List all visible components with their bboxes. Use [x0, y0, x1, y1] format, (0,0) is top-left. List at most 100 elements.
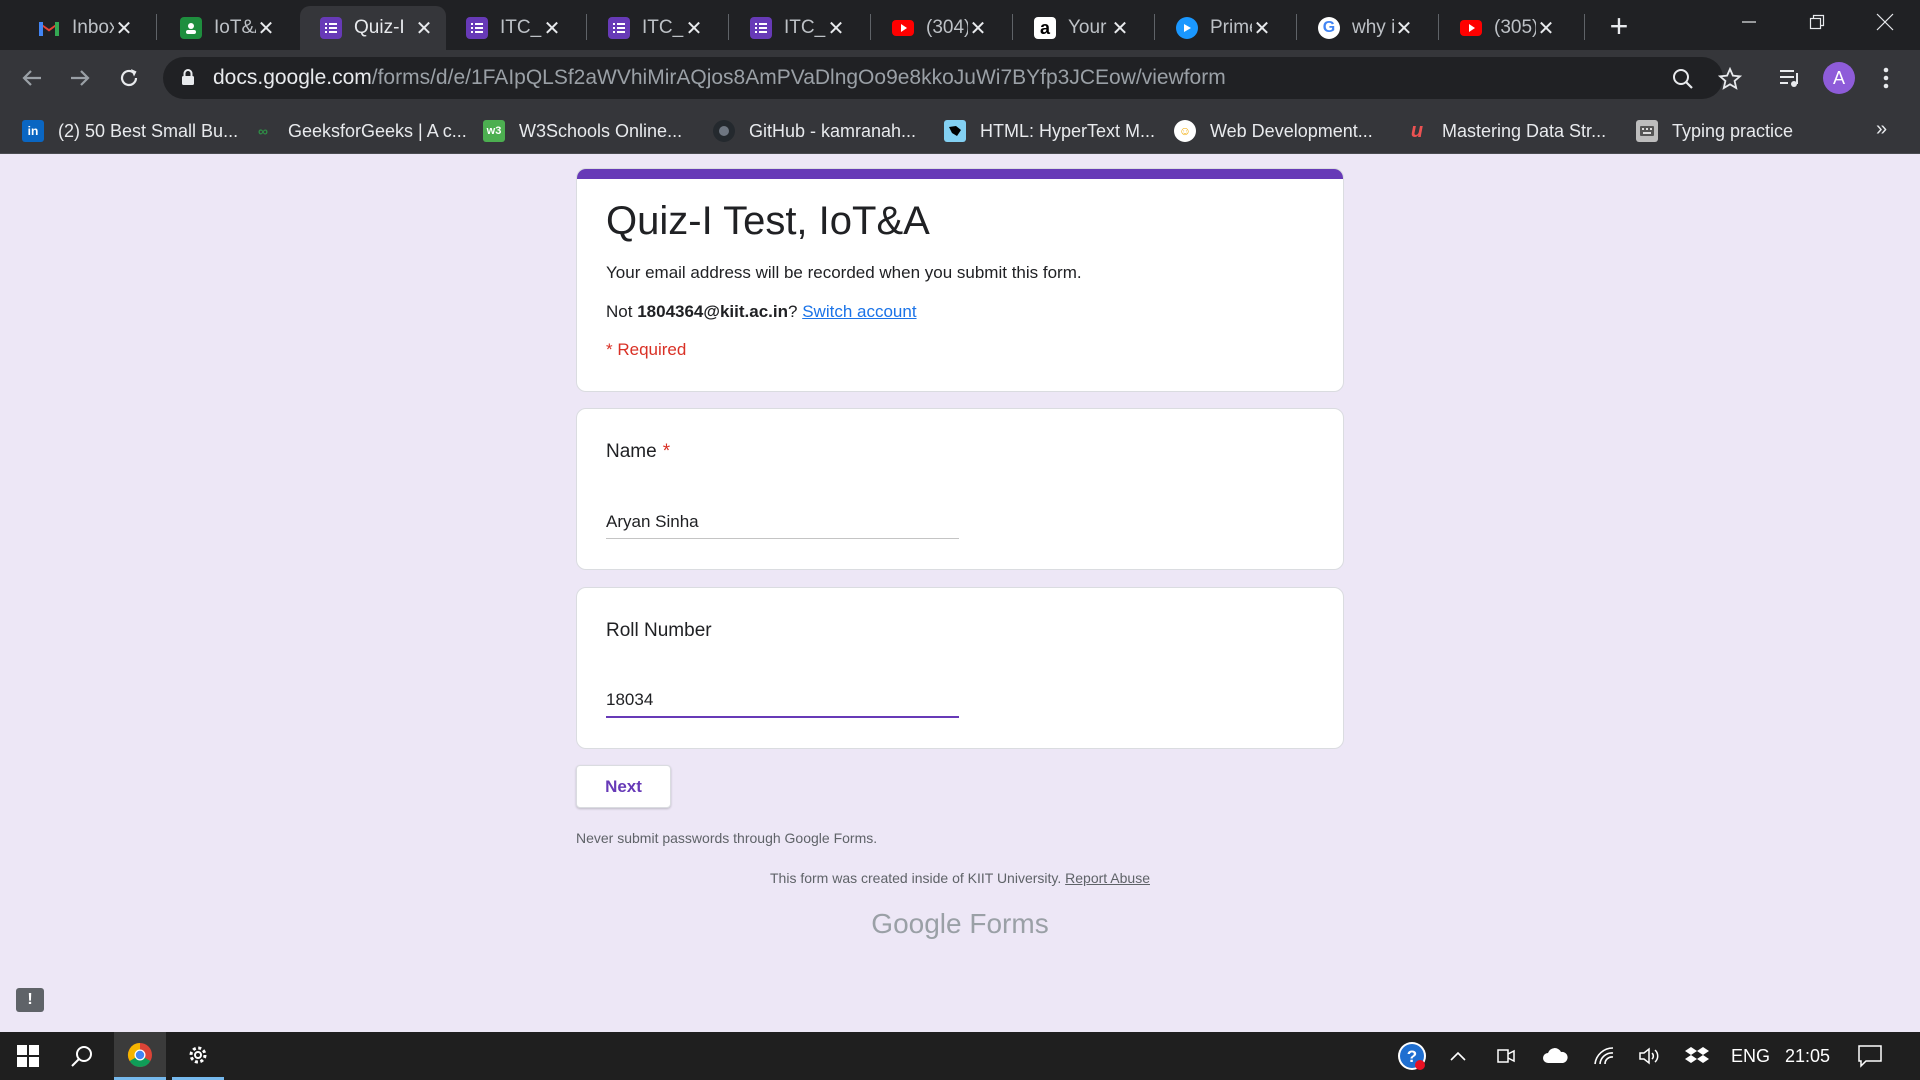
- browser-toolbar: docs.google.com/forms/d/e/1FAIpQLSf2aWVh…: [0, 50, 1920, 106]
- account-suffix: ?: [788, 302, 798, 321]
- close-icon[interactable]: ✕: [968, 18, 988, 40]
- browser-menu-button[interactable]: [1874, 62, 1898, 94]
- wifi-icon[interactable]: [1586, 1032, 1622, 1080]
- dropbox-icon[interactable]: [1678, 1032, 1716, 1080]
- tab-separator: [1438, 14, 1439, 40]
- reload-button[interactable]: [111, 60, 147, 96]
- bookmark-typing-practice[interactable]: Typing practice: [1636, 118, 1793, 144]
- bookmark-linkedin[interactable]: in (2) 50 Best Small Bu...: [22, 118, 238, 144]
- bookmark-label: HTML: HyperText M...: [980, 120, 1156, 141]
- back-arrow-icon: [22, 70, 41, 86]
- close-window-button[interactable]: [1856, 0, 1914, 44]
- profile-avatar[interactable]: A: [1823, 62, 1855, 94]
- settings-gear-icon[interactable]: [172, 1032, 224, 1080]
- tab-inbox[interactable]: Inbox ✕: [18, 6, 146, 50]
- windows-start-icon[interactable]: [4, 1032, 52, 1080]
- bookmark-label: Web Development...: [1210, 120, 1373, 141]
- tab-youtube-305[interactable]: (305) ✕: [1440, 6, 1568, 50]
- switch-account-link[interactable]: Switch account: [802, 302, 916, 321]
- prime-video-icon: [1176, 17, 1198, 39]
- name-input[interactable]: [606, 505, 959, 539]
- bookmark-geeksforgeeks[interactable]: ∞ GeeksforGeeks | A c...: [252, 118, 467, 144]
- google-icon: G: [1318, 17, 1340, 39]
- bookmark-label: GitHub - kamranah...: [749, 120, 917, 141]
- google-forms-icon: [320, 17, 342, 39]
- browser-tab-strip: Inbox ✕ IoT&A ✕ Quiz-I ✕ ITC_Q ✕ ITC_Q ✕: [0, 0, 1920, 50]
- zoom-icon[interactable]: [1670, 66, 1696, 92]
- close-icon[interactable]: ✕: [542, 18, 562, 40]
- bookmark-label: Mastering Data Str...: [1442, 120, 1607, 141]
- bookmark-star-icon[interactable]: [1717, 66, 1743, 92]
- bookmark-udemy[interactable]: u Mastering Data Str...: [1406, 118, 1606, 144]
- email-recorded-note: Your email address will be recorded when…: [606, 263, 1082, 282]
- question-label: Name *: [606, 441, 670, 463]
- close-icon[interactable]: ✕: [1252, 18, 1272, 40]
- roll-number-input[interactable]: [606, 684, 959, 718]
- tab-amazon[interactable]: a Your ✕: [1014, 6, 1142, 50]
- amazon-icon: a: [1034, 17, 1056, 39]
- google-forms-icon: [750, 17, 772, 39]
- bookmark-label: (2) 50 Best Small Bu...: [58, 120, 239, 141]
- tab-quiz-active[interactable]: Quiz-I ✕: [300, 6, 446, 50]
- address-bar[interactable]: docs.google.com/forms/d/e/1FAIpQLSf2aWVh…: [163, 57, 1742, 99]
- close-icon[interactable]: ✕: [1536, 18, 1556, 40]
- clock[interactable]: 21:05: [1785, 1046, 1830, 1067]
- forward-button[interactable]: [62, 60, 98, 96]
- more-vertical-icon: [1883, 67, 1889, 89]
- bookmark-label: GeeksforGeeks | A c...: [288, 120, 467, 141]
- bookmark-web-development[interactable]: ☺ Web Development...: [1174, 118, 1373, 144]
- google-forms-logo[interactable]: Google Forms: [0, 908, 1920, 940]
- required-asterisk: *: [662, 441, 671, 462]
- media-controls-button[interactable]: [1772, 60, 1808, 96]
- tab-title: ITC_Q: [784, 17, 826, 38]
- tab-itc-3[interactable]: ITC_Q ✕: [730, 6, 858, 50]
- new-tab-button[interactable]: +: [1602, 10, 1636, 44]
- close-icon[interactable]: ✕: [684, 18, 704, 40]
- close-icon[interactable]: ✕: [414, 18, 434, 40]
- tab-google-search[interactable]: G why is ✕: [1298, 6, 1426, 50]
- close-icon[interactable]: ✕: [1110, 18, 1130, 40]
- notifications-icon[interactable]: [1850, 1032, 1890, 1080]
- language-indicator[interactable]: ENG: [1731, 1046, 1770, 1067]
- restore-button[interactable]: [1788, 0, 1846, 44]
- tab-iota[interactable]: IoT&A ✕: [160, 6, 288, 50]
- lock-icon: [181, 68, 195, 91]
- bookmark-mdn[interactable]: HTML: HyperText M...: [944, 118, 1155, 144]
- back-button[interactable]: [14, 60, 50, 96]
- search-icon[interactable]: [58, 1032, 106, 1080]
- forward-arrow-icon: [71, 70, 90, 86]
- tab-itc-1[interactable]: ITC_Q ✕: [446, 6, 574, 50]
- required-note: * Required: [606, 340, 687, 359]
- bookmark-github[interactable]: GitHub - kamranah...: [713, 118, 916, 144]
- feedback-icon[interactable]: !: [16, 988, 44, 1012]
- tab-itc-2[interactable]: ITC_Q ✕: [588, 6, 716, 50]
- tab-title: Prime: [1210, 17, 1252, 38]
- chevron-up-icon[interactable]: [1440, 1032, 1476, 1080]
- youtube-icon: [1460, 17, 1482, 39]
- bookmarks-overflow-button[interactable]: »: [1876, 118, 1887, 141]
- minimize-button[interactable]: [1720, 0, 1778, 44]
- close-icon[interactable]: ✕: [256, 18, 276, 40]
- tab-separator: [1154, 14, 1155, 40]
- bookmark-w3schools[interactable]: w3 W3Schools Online...: [483, 118, 682, 144]
- url-host: docs.google.com: [213, 66, 372, 89]
- report-abuse-link[interactable]: Report Abuse: [1065, 870, 1150, 886]
- close-icon[interactable]: ✕: [826, 18, 846, 40]
- youtube-icon: [892, 17, 914, 39]
- volume-icon[interactable]: [1632, 1032, 1668, 1080]
- next-button[interactable]: Next: [576, 765, 671, 808]
- close-icon[interactable]: ✕: [1394, 18, 1414, 40]
- close-icon[interactable]: ✕: [114, 18, 134, 40]
- form-accent-bar: [577, 169, 1343, 179]
- help-icon[interactable]: ?: [1392, 1032, 1432, 1080]
- web-dev-icon: ☺: [1174, 120, 1196, 142]
- tab-prime[interactable]: Prime ✕: [1156, 6, 1284, 50]
- onedrive-cloud-icon[interactable]: [1536, 1032, 1574, 1080]
- tab-youtube-304[interactable]: (304) ✕: [872, 6, 1000, 50]
- url-path: /forms/d/e/1FAIpQLSf2aWVhiMirAQjos8AmPVa…: [371, 66, 1226, 89]
- meet-now-icon[interactable]: [1488, 1032, 1524, 1080]
- google-forms-icon: [466, 17, 488, 39]
- chrome-taskbar-icon[interactable]: [114, 1032, 166, 1080]
- question-title: Name: [606, 441, 657, 462]
- created-note: This form was created inside of KIIT Uni…: [0, 870, 1920, 886]
